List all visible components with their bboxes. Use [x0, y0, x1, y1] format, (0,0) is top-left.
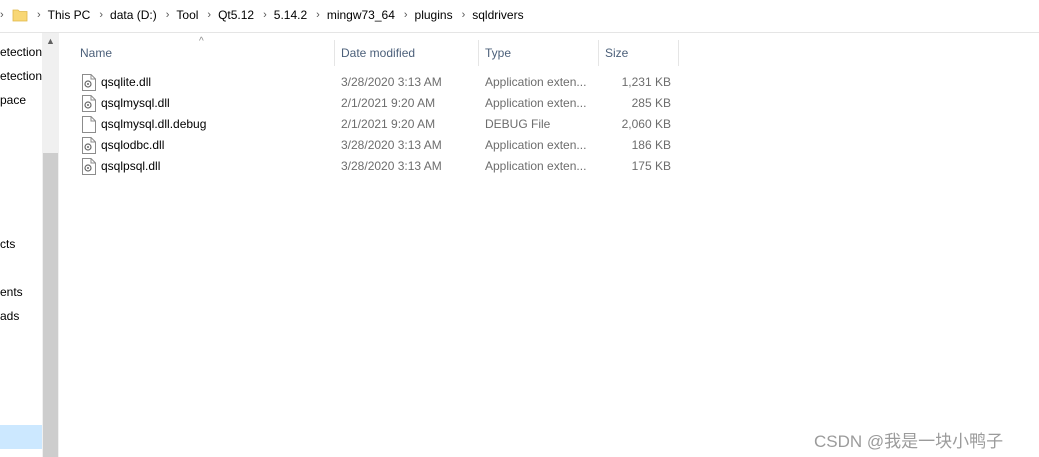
breadcrumb-data-d[interactable]: data (D:)	[110, 8, 157, 22]
breadcrumb-qt512[interactable]: Qt5.12	[218, 8, 254, 22]
nav-item-2[interactable]: etection	[0, 69, 42, 83]
file-type: Application exten...	[485, 159, 587, 173]
dll-file-icon	[82, 95, 96, 112]
nav-item-5[interactable]: ents	[0, 285, 23, 299]
navigation-pane: etection etection pace cts ents ads	[0, 33, 42, 457]
dll-file-icon	[82, 74, 96, 91]
generic-file-icon	[82, 116, 96, 133]
column-divider[interactable]	[334, 40, 335, 66]
sort-ascending-icon: ^	[199, 36, 204, 47]
file-size: 2,060 KB	[621, 117, 671, 131]
file-size: 186 KB	[631, 138, 671, 152]
file-date-modified: 2/1/2021 9:20 AM	[341, 96, 436, 110]
breadcrumb-tool[interactable]: Tool	[176, 8, 198, 22]
file-row[interactable]: qsqlodbc.dll 3/28/2020 3:13 AM Applicati…	[75, 135, 685, 156]
file-name: qsqlmysql.dll	[101, 96, 170, 110]
chevron-right-icon[interactable]: ›	[404, 9, 408, 21]
file-row[interactable]: qsqlpsql.dll 3/28/2020 3:13 AM Applicati…	[75, 156, 685, 177]
breadcrumb-this-pc[interactable]: This PC	[48, 8, 91, 22]
file-name: qsqlodbc.dll	[101, 138, 165, 152]
chevron-right-icon[interactable]: ›	[263, 9, 267, 21]
file-type: Application exten...	[485, 96, 587, 110]
file-type: DEBUG File	[485, 117, 551, 131]
breadcrumb-plugins[interactable]: plugins	[415, 8, 453, 22]
file-row[interactable]: qsqlmysql.dll.debug 2/1/2021 9:20 AM DEB…	[75, 114, 685, 135]
column-divider[interactable]	[478, 40, 479, 66]
chevron-right-icon[interactable]: ›	[37, 9, 41, 21]
file-row[interactable]: qsqlmysql.dll 2/1/2021 9:20 AM Applicati…	[75, 93, 685, 114]
column-divider[interactable]	[678, 40, 679, 66]
file-date-modified: 2/1/2021 9:20 AM	[341, 117, 436, 131]
column-header-date-modified[interactable]: Date modified	[341, 40, 415, 66]
nav-item-4[interactable]: cts	[0, 237, 15, 251]
column-header-size[interactable]: Size	[605, 40, 628, 66]
watermark: CSDN @我是一块小鸭子	[814, 432, 1004, 451]
folder-icon	[12, 7, 28, 23]
file-name: qsqlpsql.dll	[101, 159, 161, 173]
file-name: qsqlite.dll	[101, 75, 152, 89]
nav-scrollbar[interactable]: ▲	[42, 33, 59, 457]
file-type: Application exten...	[485, 138, 587, 152]
dll-file-icon	[82, 158, 96, 175]
scroll-up-arrow-icon[interactable]: ▲	[42, 33, 59, 50]
address-bar[interactable]: › › This PC › data (D:) › Tool › Qt5.12 …	[0, 0, 1039, 33]
nav-item-6[interactable]: ads	[0, 309, 19, 323]
chevron-right-icon[interactable]: ›	[166, 9, 170, 21]
chevron-right-icon[interactable]: ›	[316, 9, 320, 21]
file-size: 175 KB	[631, 159, 671, 173]
file-date-modified: 3/28/2020 3:13 AM	[341, 75, 442, 89]
column-header-type[interactable]: Type	[485, 40, 511, 66]
file-type: Application exten...	[485, 75, 587, 89]
chevron-left-icon[interactable]: ›	[0, 9, 8, 21]
file-date-modified: 3/28/2020 3:13 AM	[341, 138, 442, 152]
column-header-name[interactable]: Name	[80, 40, 112, 66]
nav-item-1[interactable]: etection	[0, 45, 42, 59]
nav-item-3[interactable]: pace	[0, 93, 26, 107]
file-size: 285 KB	[631, 96, 671, 110]
column-divider[interactable]	[598, 40, 599, 66]
file-row[interactable]: qsqlite.dll 3/28/2020 3:13 AM Applicatio…	[75, 72, 685, 93]
breadcrumb-sqldrivers[interactable]: sqldrivers	[472, 8, 523, 22]
file-date-modified: 3/28/2020 3:13 AM	[341, 159, 442, 173]
file-name: qsqlmysql.dll.debug	[101, 117, 207, 131]
file-size: 1,231 KB	[621, 75, 671, 89]
scrollbar-thumb[interactable]	[43, 153, 58, 457]
chevron-right-icon[interactable]: ›	[207, 9, 211, 21]
chevron-right-icon[interactable]: ›	[462, 9, 466, 21]
chevron-right-icon[interactable]: ›	[99, 9, 103, 21]
breadcrumb-5142[interactable]: 5.14.2	[274, 8, 307, 22]
breadcrumb-mingw73-64[interactable]: mingw73_64	[327, 8, 395, 22]
nav-item-selected[interactable]	[0, 425, 42, 449]
dll-file-icon	[82, 137, 96, 154]
